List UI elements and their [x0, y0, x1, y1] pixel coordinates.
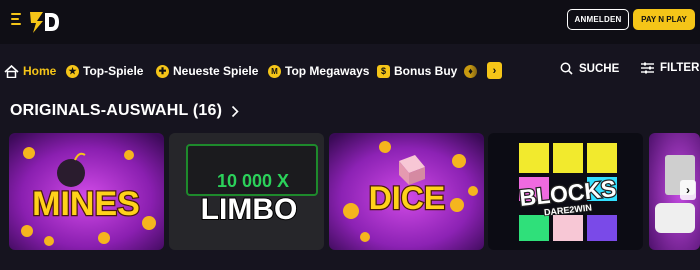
game-title: MINES: [32, 185, 140, 223]
nav-item-label: Top-Spiele: [83, 64, 144, 78]
hamburger-icon[interactable]: [11, 13, 25, 25]
login-button[interactable]: ANMELDEN: [567, 9, 629, 30]
brand-logo-icon[interactable]: [29, 9, 61, 35]
game-card-dice[interactable]: DICE: [329, 133, 484, 250]
nav-item-top-megaways[interactable]: M Top Megaways: [268, 55, 369, 87]
search-button[interactable]: SUCHE: [560, 62, 619, 75]
nav-item-bonus-buy[interactable]: $ Bonus Buy: [377, 55, 457, 87]
nav-item-label: Home: [23, 64, 57, 78]
search-label: SUCHE: [579, 62, 620, 75]
limbo-multiplier: 10 000 X: [217, 171, 289, 191]
nav-scroll-right-button[interactable]: ›: [487, 62, 502, 79]
carousel-next-button[interactable]: ›: [680, 180, 696, 200]
filter-label: FILTER: [660, 62, 700, 74]
game-title: DICE: [369, 180, 445, 216]
chevron-right-icon: [231, 105, 239, 118]
nav-item-top-games[interactable]: ★ Top-Spiele: [66, 55, 143, 87]
megaways-icon: M: [268, 64, 281, 78]
nav-item-newest-games[interactable]: ✚ Neueste Spiele: [156, 55, 258, 87]
bonus-icon: $: [377, 64, 390, 78]
top-bar: ANMELDEN PAY N PLAY: [0, 0, 700, 44]
filter-button[interactable]: FILTER: [641, 62, 699, 74]
nav-fade-overlay: [470, 58, 488, 84]
game-card-mines[interactable]: MINES: [9, 133, 164, 250]
nav-item-home[interactable]: Home: [4, 55, 56, 87]
search-icon: [560, 62, 573, 75]
nav-item-label: Bonus Buy: [394, 64, 458, 78]
game-carousel: MINES 10 000 X LIMBO DICE BLOCKS DARE2WI…: [9, 133, 700, 250]
game-title: LIMBO: [201, 193, 298, 226]
filter-icon: [641, 62, 654, 74]
game-card-blocks[interactable]: BLOCKS DARE2WIN: [488, 133, 643, 250]
section-title-text: ORIGINALS-AUSWAHL (16): [10, 102, 223, 119]
new-icon: ✚: [156, 64, 169, 78]
section-title[interactable]: ORIGINALS-AUSWAHL (16): [10, 102, 239, 120]
home-icon: [4, 64, 19, 78]
nav-item-label: Neueste Spiele: [173, 64, 259, 78]
game-card-limbo[interactable]: 10 000 X LIMBO: [169, 133, 324, 250]
nav-item-label: Top Megaways: [285, 64, 370, 78]
pay-n-play-button[interactable]: PAY N PLAY: [633, 9, 695, 30]
star-icon: ★: [66, 64, 79, 78]
